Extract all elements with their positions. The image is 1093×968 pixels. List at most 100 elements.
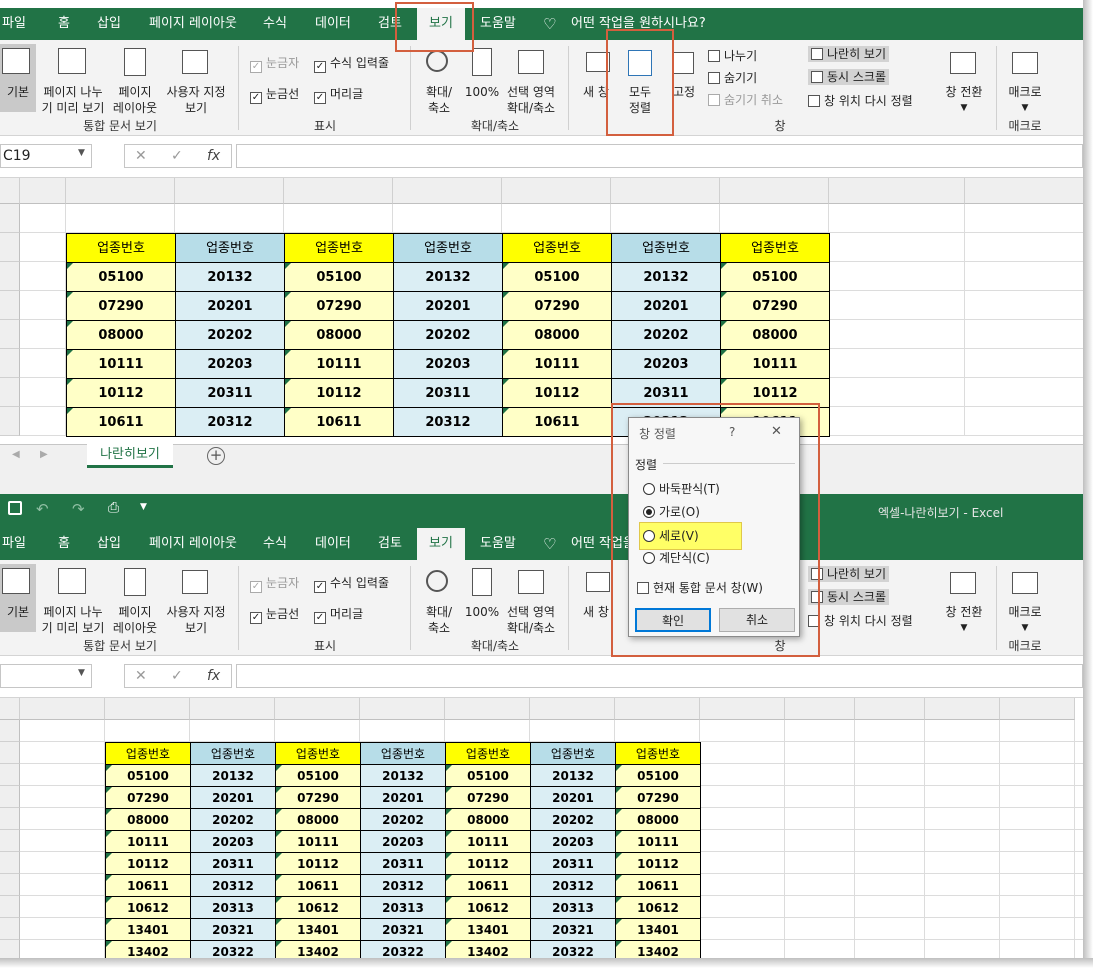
chevron-down-icon[interactable]: ▼	[78, 668, 85, 678]
table-cell[interactable]: 20322	[190, 940, 276, 958]
gridlines-checkbox[interactable]: ✓ 눈금선	[250, 86, 299, 104]
column-header-i[interactable]	[829, 178, 965, 204]
table-cell[interactable]: 13402	[445, 940, 531, 958]
table-cell[interactable]: 10111	[615, 830, 701, 853]
table-cell[interactable]: 10611	[284, 407, 394, 437]
column-header-d[interactable]	[284, 178, 393, 204]
column-header-k[interactable]	[855, 698, 925, 720]
table-header-cell[interactable]: 업종번호	[445, 742, 531, 765]
column-header-g[interactable]	[530, 698, 615, 720]
row-header-4[interactable]	[0, 291, 20, 320]
row-header-5[interactable]	[0, 320, 20, 349]
tab-file[interactable]: 파일	[2, 528, 26, 560]
table-cell[interactable]: 10112	[615, 852, 701, 875]
formula-input[interactable]	[236, 664, 1083, 688]
table-cell[interactable]: 20203	[611, 349, 721, 379]
table-header-cell[interactable]: 업종번호	[275, 742, 361, 765]
table-cell[interactable]: 07290	[275, 786, 361, 809]
column-header-h[interactable]	[615, 698, 700, 720]
table-cell[interactable]: 08000	[105, 808, 191, 831]
table-cell[interactable]: 20201	[530, 786, 616, 809]
table-cell[interactable]: 08000	[445, 808, 531, 831]
table-cell[interactable]: 20201	[175, 291, 285, 321]
formula-bar-checkbox[interactable]: ✓ 수식 입력줄	[314, 575, 389, 593]
table-cell[interactable]: 07290	[105, 786, 191, 809]
table-cell[interactable]: 20202	[530, 808, 616, 831]
tab-insert[interactable]: 삽입	[97, 528, 121, 560]
table-cell[interactable]: 20322	[360, 940, 446, 958]
table-cell[interactable]: 10611	[275, 874, 361, 897]
table-cell[interactable]: 13402	[615, 940, 701, 958]
table-cell[interactable]: 20132	[530, 764, 616, 787]
add-sheet-icon[interactable]: +	[207, 447, 225, 465]
tab-formulas[interactable]: 수식	[263, 528, 287, 560]
row-header-7[interactable]	[0, 378, 20, 407]
table-cell[interactable]: 20132	[393, 262, 503, 292]
table-cell[interactable]: 20132	[611, 262, 721, 292]
column-header-e[interactable]	[393, 178, 502, 204]
reset-window-position-button[interactable]: 창 위치 다시 정렬	[808, 93, 913, 109]
table-cell[interactable]: 10611	[445, 874, 531, 897]
sheet-tab-active[interactable]: 나란히보기	[87, 444, 173, 468]
reset-window-position-button[interactable]: 창 위치 다시 정렬	[808, 613, 913, 629]
print-preview-icon[interactable]: ⎙	[108, 500, 119, 516]
table-header-cell[interactable]: 업종번호	[615, 742, 701, 765]
windows-of-active-workbook-checkbox[interactable]: 현재 통합 문서 창(W)	[637, 579, 763, 596]
column-header-g[interactable]	[611, 178, 720, 204]
unhide-button[interactable]: 숨기기 취소	[708, 92, 783, 108]
row-header-7[interactable]	[0, 852, 20, 874]
table-cell[interactable]: 20311	[175, 378, 285, 408]
table-cell[interactable]: 10612	[445, 896, 531, 919]
table-cell[interactable]: 08000	[275, 808, 361, 831]
row-header-8[interactable]	[0, 407, 20, 436]
table-cell[interactable]: 10111	[502, 349, 612, 379]
table-header-cell[interactable]: 업종번호	[105, 742, 191, 765]
table-cell[interactable]: 20203	[175, 349, 285, 379]
table-cell[interactable]: 20321	[530, 918, 616, 941]
column-header-j[interactable]	[965, 178, 1083, 204]
headings-checkbox[interactable]: ✓ 머리글	[314, 86, 363, 104]
cancel-button[interactable]: 취소	[719, 608, 795, 632]
tab-home[interactable]: 홈	[58, 8, 70, 40]
tab-help[interactable]: 도움말	[480, 8, 516, 40]
table-cell[interactable]: 20202	[393, 320, 503, 350]
zoom-100-button[interactable]: 100%	[464, 44, 500, 112]
column-header-j[interactable]	[785, 698, 855, 720]
switch-windows-button[interactable]: 창 전환 ▼	[940, 44, 988, 113]
table-cell[interactable]: 10611	[66, 407, 176, 437]
table-cell[interactable]: 05100	[445, 764, 531, 787]
table-cell[interactable]: 20203	[190, 830, 276, 853]
page-layout-view-button[interactable]: 페이지 레이아웃	[110, 44, 160, 115]
table-cell[interactable]: 20201	[190, 786, 276, 809]
table-cell[interactable]: 10112	[502, 378, 612, 408]
split-button[interactable]: 나누기	[708, 48, 757, 64]
table-cell[interactable]: 20322	[530, 940, 616, 958]
tab-review[interactable]: 검토	[378, 528, 402, 560]
table-cell[interactable]: 20202	[190, 808, 276, 831]
cancel-icon[interactable]: ✕	[135, 665, 147, 687]
insert-function-icon[interactable]: fx	[207, 665, 220, 687]
table-cell[interactable]: 13401	[275, 918, 361, 941]
table-cell[interactable]: 08000	[720, 320, 830, 350]
row-header-11[interactable]	[0, 940, 20, 958]
option-cascade[interactable]: 계단식(C)	[643, 549, 710, 566]
table-cell[interactable]: 07290	[615, 786, 701, 809]
table-cell[interactable]: 20312	[360, 874, 446, 897]
zoom-100-button[interactable]: 100%	[464, 564, 500, 632]
table-cell[interactable]: 05100	[105, 764, 191, 787]
zoom-button[interactable]: 확대/ 축소	[416, 564, 462, 635]
table-header-cell[interactable]: 업종번호	[175, 233, 285, 263]
table-cell[interactable]: 10111	[720, 349, 830, 379]
tab-page-layout[interactable]: 페이지 레이아웃	[149, 8, 237, 40]
table-cell[interactable]: 05100	[66, 262, 176, 292]
table-cell[interactable]: 10112	[66, 378, 176, 408]
tab-help[interactable]: 도움말	[480, 528, 516, 560]
page-break-preview-button[interactable]: 페이지 나누 기 미리 보기	[38, 44, 108, 115]
table-header-cell[interactable]: 업종번호	[611, 233, 721, 263]
table-cell[interactable]: 08000	[502, 320, 612, 350]
column-header-m[interactable]	[1000, 698, 1075, 720]
ruler-checkbox[interactable]: ✓ 눈금자	[250, 55, 299, 73]
zoom-to-selection-button[interactable]: 선택 영역 확대/축소	[502, 564, 560, 635]
table-cell[interactable]: 13401	[615, 918, 701, 941]
table-cell[interactable]: 20312	[393, 407, 503, 437]
